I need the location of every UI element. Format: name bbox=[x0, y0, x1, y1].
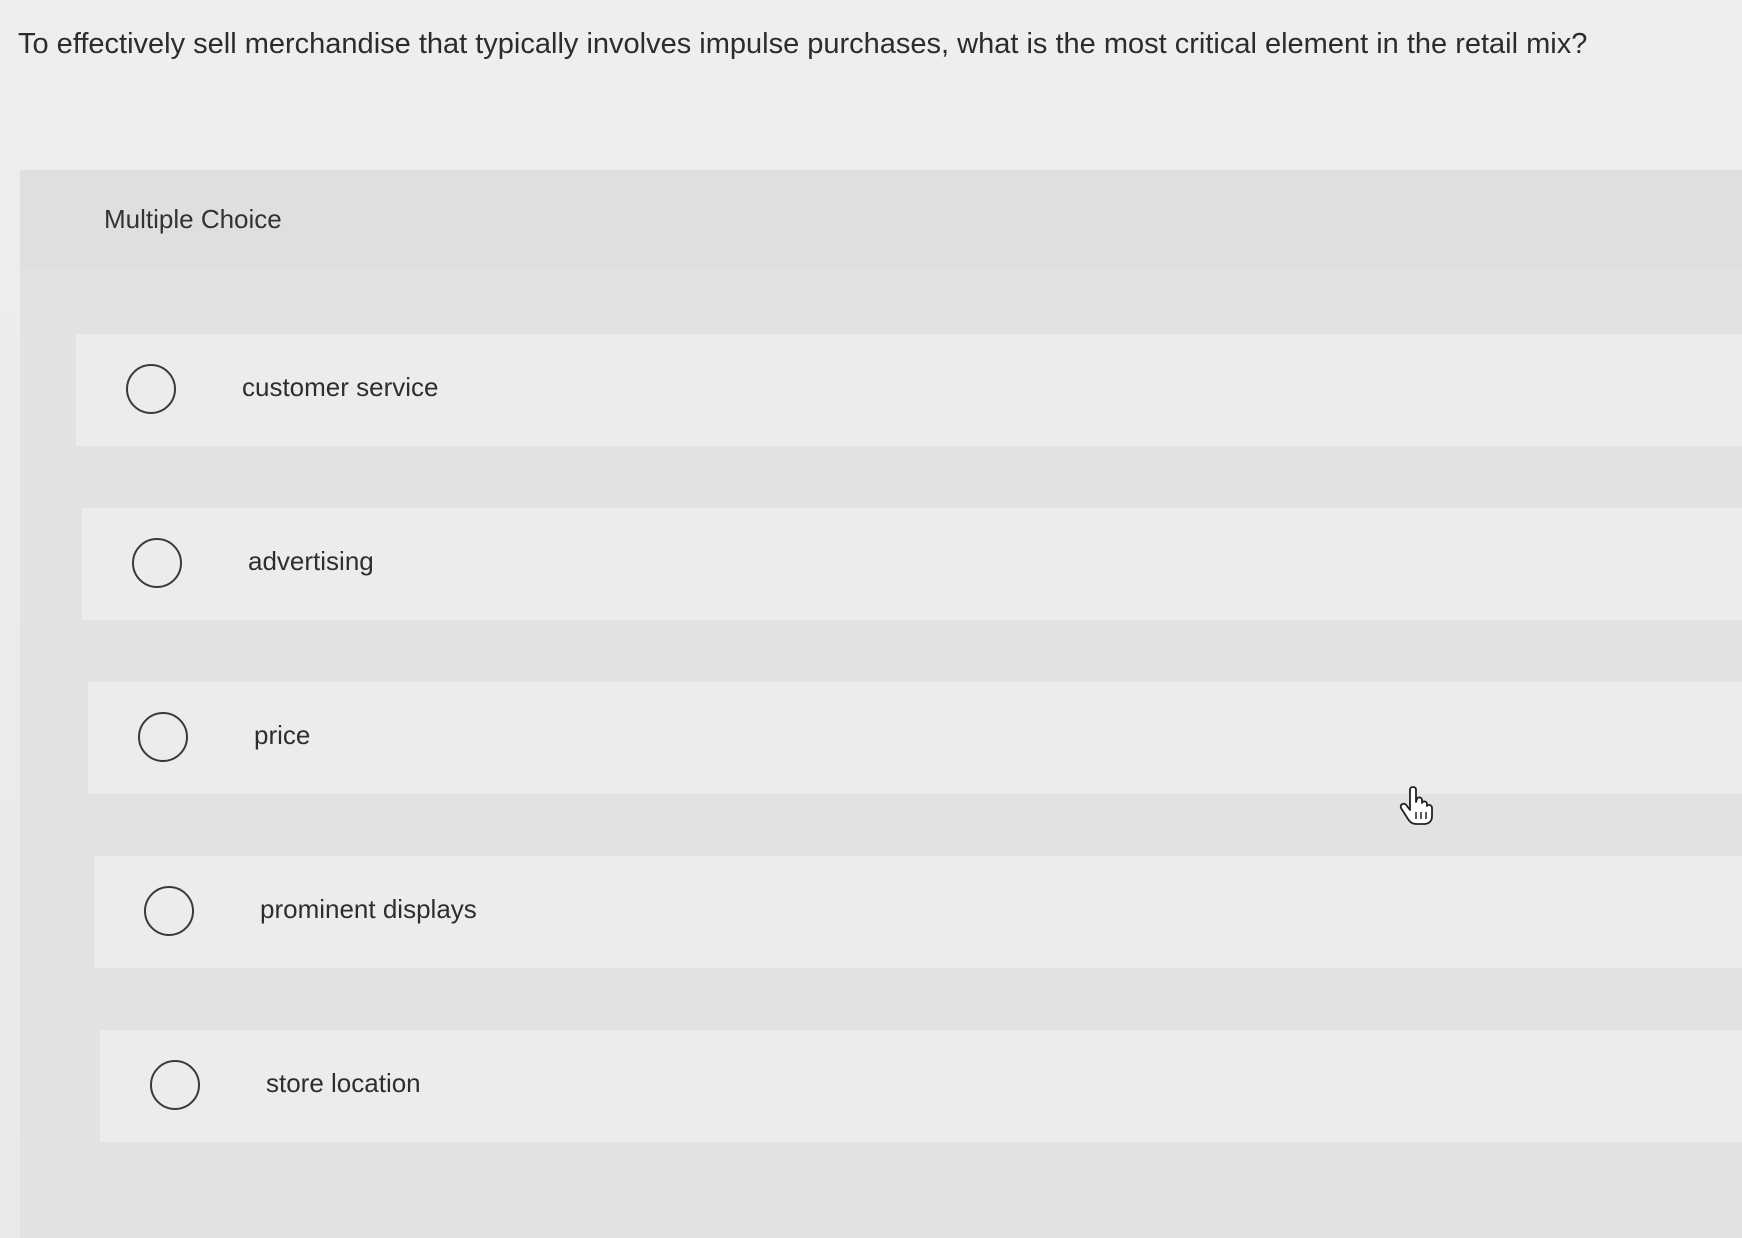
option-customer-service[interactable]: customer service bbox=[76, 334, 1742, 446]
option-label: store location bbox=[266, 1068, 421, 1098]
option-prominent-displays[interactable]: prominent displays bbox=[94, 856, 1742, 968]
option-store-location[interactable]: store location bbox=[100, 1030, 1742, 1142]
radio-button[interactable] bbox=[150, 1060, 200, 1110]
radio-button[interactable] bbox=[138, 712, 188, 762]
multiple-choice-panel: Multiple Choice customer service adverti… bbox=[20, 170, 1742, 1238]
option-advertising[interactable]: advertising bbox=[82, 508, 1742, 620]
answer-options: customer service advertising price promi… bbox=[76, 334, 1742, 1204]
option-label: advertising bbox=[248, 546, 374, 576]
option-label: customer service bbox=[242, 372, 439, 402]
panel-header: Multiple Choice bbox=[20, 170, 1742, 270]
panel-title: Multiple Choice bbox=[104, 204, 282, 234]
radio-button[interactable] bbox=[144, 886, 194, 936]
radio-button[interactable] bbox=[132, 538, 182, 588]
option-label: price bbox=[254, 720, 311, 750]
hand-pointer-icon bbox=[1398, 786, 1434, 826]
option-label: prominent displays bbox=[260, 894, 477, 924]
option-price[interactable]: price bbox=[88, 682, 1742, 794]
question-text: To effectively sell merchandise that typ… bbox=[18, 28, 1588, 60]
radio-button[interactable] bbox=[126, 364, 176, 414]
